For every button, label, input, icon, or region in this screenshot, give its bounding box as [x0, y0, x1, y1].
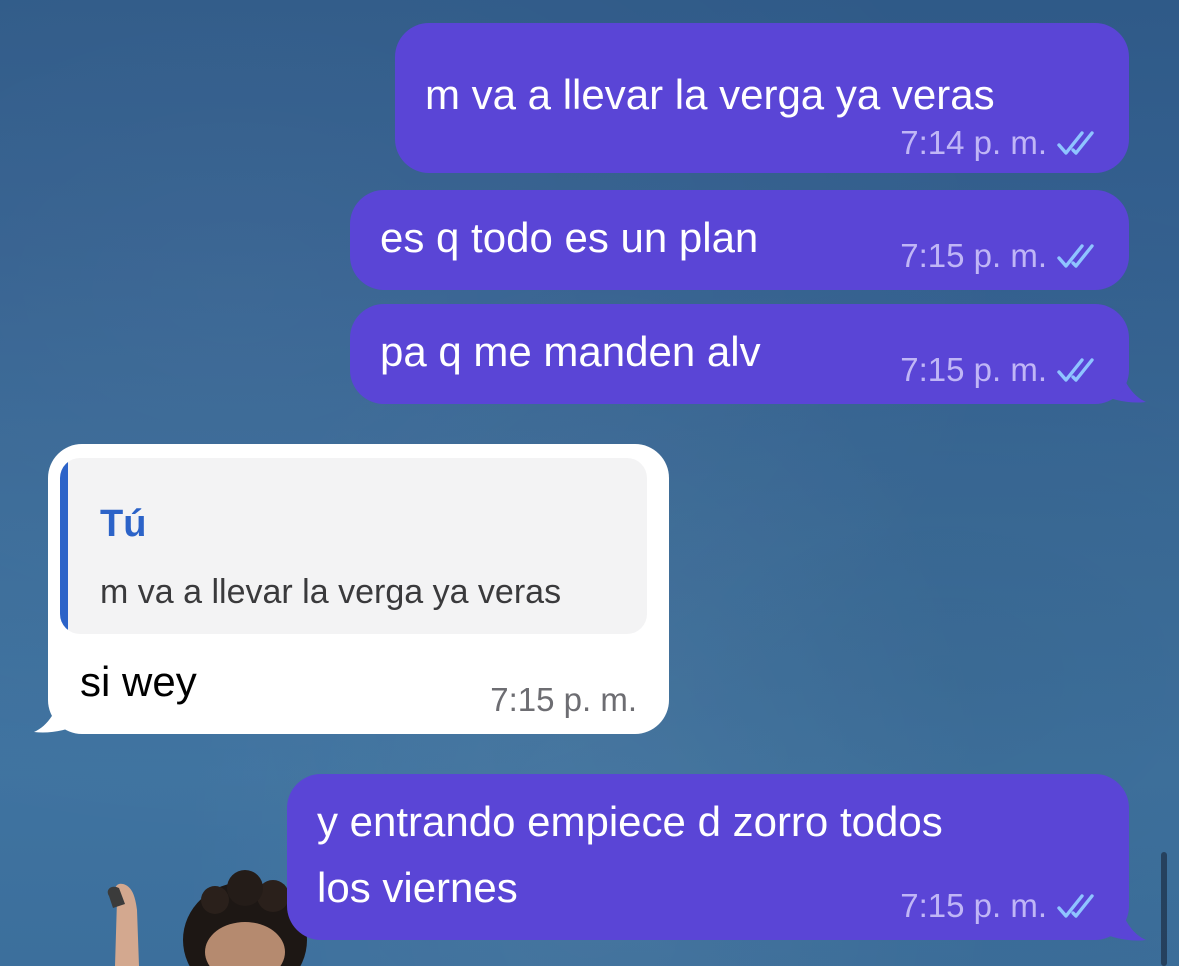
message-bubble-outgoing[interactable]: es q todo es un plan 7:15 p. m.	[350, 190, 1129, 290]
message-text: es q todo es un plan	[380, 214, 759, 261]
message-bubble-outgoing[interactable]: pa q me manden alv 7:15 p. m.	[350, 304, 1129, 404]
message-text: pa q me manden alv	[380, 328, 761, 375]
double-check-icon	[1057, 894, 1094, 918]
message-meta: 7:15 p. m.	[900, 236, 1101, 276]
reply-quote-bar	[60, 458, 68, 634]
double-check-icon	[1057, 244, 1094, 268]
message-meta: 7:15 p. m.	[900, 350, 1101, 390]
message-text-line: los viernes	[317, 864, 518, 911]
message-time: 7:14 p. m.	[900, 124, 1047, 161]
double-check-icon	[1057, 358, 1094, 382]
message-bubble-outgoing[interactable]: m va a llevar la verga ya veras 7:14 p. …	[395, 23, 1129, 173]
reply-quote-text: m va a llevar la verga ya veras	[100, 573, 562, 611]
message-time: 7:15 p. m.	[490, 681, 637, 718]
message-meta: 7:15 p. m.	[490, 680, 637, 720]
reply-quote-author: Tú	[100, 503, 147, 545]
message-meta: 7:14 p. m.	[900, 123, 1101, 163]
message-text-line: y entrando empiece d zorro todos	[317, 798, 943, 845]
scrollbar[interactable]	[1161, 852, 1167, 966]
message-bubble-outgoing[interactable]: y entrando empiece d zorro todos los vie…	[287, 774, 1129, 940]
message-time: 7:15 p. m.	[900, 237, 1047, 274]
message-bubble-incoming[interactable]: Tú m va a llevar la verga ya veras si we…	[48, 444, 669, 734]
message-time: 7:15 p. m.	[900, 351, 1047, 388]
double-check-icon	[1057, 131, 1094, 155]
message-text: si wey	[80, 658, 197, 705]
message-meta: 7:15 p. m.	[900, 886, 1101, 926]
reply-quote[interactable]: Tú m va a llevar la verga ya veras	[60, 458, 647, 634]
message-time: 7:15 p. m.	[900, 887, 1047, 924]
message-text: m va a llevar la verga ya veras	[425, 71, 995, 118]
